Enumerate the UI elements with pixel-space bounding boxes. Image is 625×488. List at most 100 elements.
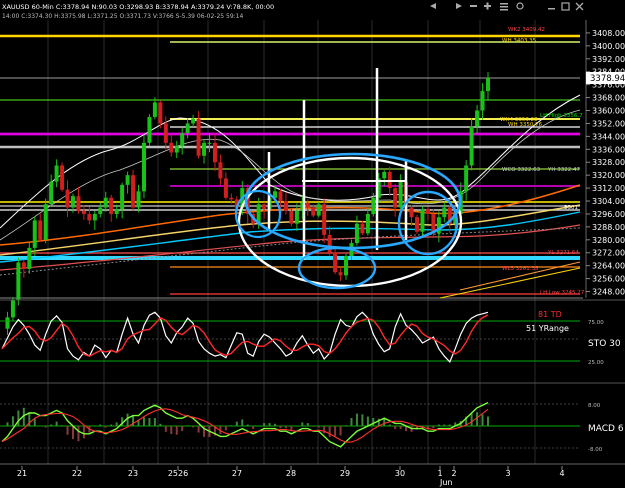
- menu-icon[interactable]: [500, 3, 508, 11]
- time-tick-label: 30: [395, 469, 405, 478]
- price-tick-label: 3296.00: [592, 210, 625, 219]
- candle-down: [76, 196, 81, 211]
- candle-up: [207, 142, 212, 144]
- time-tick-label: 28: [286, 469, 296, 478]
- macd-name: MACD 6: [588, 424, 624, 434]
- price-tick-label: 3256.00: [592, 275, 625, 284]
- price-chart[interactable]: XAUUSD 60-Min C:3378.94 N:90.03 O:3298.9…: [0, 0, 625, 488]
- candle-up: [480, 91, 485, 111]
- candle-up: [141, 142, 146, 192]
- candle-up: [152, 102, 157, 117]
- candle-up: [70, 196, 75, 208]
- label-wl3: WL3 3261.35: [502, 266, 539, 272]
- candle-up: [114, 209, 119, 214]
- candle-down: [163, 123, 168, 143]
- price-tick-label: 3264.00: [592, 262, 625, 271]
- candle-down: [360, 223, 365, 234]
- candle-down: [21, 262, 26, 269]
- price-tick-label: 3336.00: [592, 145, 625, 154]
- candle-down: [415, 217, 420, 232]
- candle-up: [469, 126, 474, 166]
- time-tick-label: 2: [451, 469, 456, 478]
- price-tick-label: 3368.00: [592, 94, 625, 103]
- price-tick-label: 3408.00: [592, 29, 625, 38]
- candle-up: [120, 184, 125, 210]
- candle-up: [180, 133, 185, 147]
- candle-up: [442, 207, 447, 218]
- candle-down: [278, 191, 283, 202]
- price-tick-label: 3352.00: [592, 119, 625, 128]
- stoch-name: STO 30: [588, 339, 621, 349]
- time-tick-label: 3: [505, 469, 510, 478]
- candle-down: [338, 272, 343, 276]
- candle-down: [393, 188, 398, 208]
- candle-up: [10, 299, 15, 318]
- price-tick-label: 3288.00: [592, 223, 625, 232]
- candle-up: [398, 181, 403, 208]
- candle-up: [147, 116, 152, 143]
- price-tick-label: 3392.00: [592, 55, 625, 64]
- price-tick-label: 3400.00: [592, 42, 625, 51]
- time-tick-label: 27: [232, 469, 242, 478]
- candle-down: [327, 234, 332, 253]
- time-tick-label: 21: [17, 469, 27, 478]
- candle-up: [32, 220, 37, 248]
- time-tick-label: 4: [559, 469, 564, 478]
- td-label: 81 TD: [538, 310, 562, 319]
- minimize-icon[interactable]: [548, 8, 555, 10]
- price-tick-label: 3272.00: [592, 249, 625, 258]
- candle-down: [333, 252, 338, 273]
- last-price-value: 3378.94: [590, 74, 625, 84]
- price-tick-label: 3312.00: [592, 184, 625, 193]
- candle-up: [125, 175, 130, 185]
- candle-down: [131, 175, 136, 208]
- candle-down: [109, 197, 114, 214]
- candle-up: [316, 204, 321, 216]
- candle-down: [311, 207, 316, 216]
- symbol-line: XAUUSD 60-Min C:3378.94 N:90.03 O:3298.9…: [2, 3, 274, 11]
- candle-up: [464, 165, 469, 192]
- ohlc-line: 14:00 C:3374.30 H:3375.98 L:3371.25 O:33…: [2, 13, 243, 20]
- label-3301: 3301: [564, 205, 578, 211]
- candle-up: [185, 123, 190, 134]
- candle-down: [87, 213, 92, 221]
- candle-up: [191, 118, 196, 124]
- candle-up: [5, 317, 10, 329]
- candle-up: [354, 223, 359, 244]
- candle-up: [420, 209, 425, 232]
- label-yh: YH 3322.47: [547, 167, 580, 173]
- price-tick-label: 3344.00: [592, 132, 625, 141]
- candle-down: [289, 210, 294, 224]
- candle-up: [49, 181, 54, 205]
- candle-up: [174, 146, 179, 153]
- price-tick-label: 3248.00: [592, 288, 625, 297]
- candle-down: [425, 209, 430, 214]
- candle-up: [54, 165, 59, 182]
- candle-up: [92, 213, 97, 221]
- label-wh-2: WH 3350.76: [508, 122, 543, 128]
- price-tick-label: 3328.00: [592, 158, 625, 167]
- candle-up: [382, 171, 387, 179]
- candle-up: [27, 247, 32, 269]
- stoch-tick-25: 25.00: [588, 360, 604, 366]
- price-tick-label: 3304.00: [592, 197, 625, 206]
- candle-down: [223, 178, 228, 198]
- candle-down: [38, 220, 43, 240]
- candle-up: [486, 78, 490, 92]
- candle-up: [16, 262, 21, 300]
- price-tick-label: 3320.00: [592, 171, 625, 180]
- candle-up: [475, 110, 480, 127]
- label-wh: WH 3403.35: [502, 38, 537, 44]
- time-tick-label: 23: [128, 469, 138, 478]
- month-label: Jun: [439, 478, 453, 487]
- candle-down: [262, 204, 267, 210]
- candle-down: [169, 142, 174, 153]
- macd-tick-8: 8.00: [588, 403, 601, 409]
- time-tick-label: 1: [437, 469, 442, 478]
- candle-up: [365, 213, 370, 234]
- zoom-out-icon[interactable]: [470, 5, 477, 7]
- candle-down: [81, 210, 86, 214]
- candle-up: [98, 207, 103, 214]
- price-axis[interactable]: 3408.003400.003392.003384.003376.003368.…: [585, 20, 625, 298]
- candle-up: [103, 197, 108, 208]
